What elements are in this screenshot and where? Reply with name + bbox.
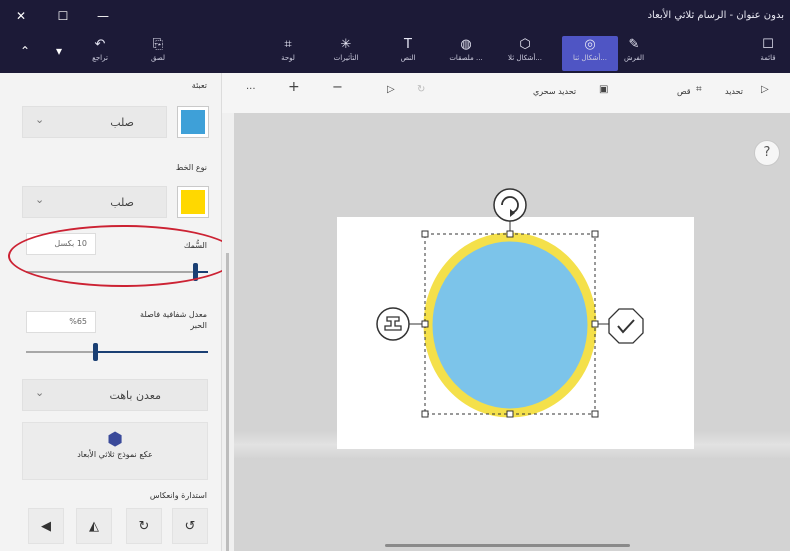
crop-icon[interactable]: ⌗ — [696, 84, 702, 95]
2d-shapes-icon: ◎ — [584, 37, 596, 52]
flip-vertical-button[interactable]: ◭ — [76, 508, 112, 544]
ribbon-2d-shapes[interactable]: ◎ أشكال ثنا... — [562, 36, 618, 71]
line-type-label: نوع الخط — [175, 163, 207, 172]
chevron-down-icon: ⌄ — [35, 193, 45, 206]
rotate-right-button[interactable]: ↻ — [126, 508, 162, 544]
flip-vertical-icon: ◭ — [89, 519, 99, 534]
rotate-right-icon: ↻ — [138, 519, 150, 534]
effects-icon: ✳ — [340, 37, 352, 52]
fill-color-swatch[interactable] — [177, 106, 209, 138]
canvas-icon: ⌗ — [284, 37, 292, 52]
minimize-window-button[interactable]: — — [90, 6, 116, 26]
ribbon-canvas[interactable]: ⌗ لوحة — [260, 36, 316, 71]
select-icon[interactable]: ▷ — [761, 84, 769, 95]
properties-panel: تعبئة صلب ⌄ نوع الخط صلب ⌄ 10 بكسل السُّ… — [0, 73, 222, 551]
slider-thumb[interactable] — [93, 343, 98, 361]
line-color-swatch[interactable] — [177, 186, 209, 218]
ribbon-3d-shapes[interactable]: ⬡ أشكال ثلا... — [497, 36, 553, 71]
rotate-flip-label: استدارة وانعكاس — [149, 491, 207, 500]
flip-horizontal-icon: ◀ — [41, 519, 51, 534]
opacity-label: معدل شفافية فاصلة الحبر — [140, 310, 207, 330]
text-icon: T — [404, 37, 412, 52]
ribbon-menu[interactable]: ☐ قائمة — [740, 36, 790, 71]
undo-icon: ↶ — [94, 37, 106, 52]
stickers-icon: ◍ — [460, 37, 472, 52]
material-dropdown[interactable]: معدن باهت ⌄ — [22, 379, 208, 411]
ribbon: ⌃ ▾ ☐ قائمة ✎ الفرش ◎ أشكال ثنا... ⬡ أشك… — [0, 34, 790, 73]
zoom-out-icon[interactable]: − — [332, 80, 343, 95]
rotate-left-button[interactable]: ↺ — [172, 508, 208, 544]
crop-button[interactable]: قص — [677, 87, 691, 96]
canvas-toolbar: ▷ تحديد ⌗ قص ▣ تحديد سحري ↻ ▷ − + ··· — [222, 73, 790, 113]
3d-view-icon[interactable]: ▷ — [387, 84, 395, 95]
highlight-annotation — [8, 225, 238, 287]
collapse-ribbon-icon[interactable]: ⌃ — [20, 44, 30, 58]
title-bar: ✕ ☐ — بدون عنوان - الرسام ثلاثي الأبعاد — [0, 0, 790, 34]
chevron-down-icon: ⌄ — [35, 386, 45, 399]
chevron-down-icon: ⌄ — [35, 113, 45, 126]
opacity-slider[interactable] — [26, 343, 208, 361]
rotate-handle-icon[interactable] — [493, 188, 527, 222]
ellipse-shape[interactable] — [423, 232, 597, 418]
ribbon-text[interactable]: T النص — [380, 36, 436, 71]
maximize-window-button[interactable]: ☐ — [50, 6, 76, 26]
canvas-scrollbar[interactable] — [385, 544, 630, 547]
fill-label: تعبئة — [191, 81, 207, 90]
magic-select-button[interactable]: تحديد سحري — [533, 87, 576, 96]
paste-icon: ⎘ — [152, 37, 164, 52]
close-window-button[interactable]: ✕ — [8, 6, 34, 26]
cube-icon: ⬢ — [107, 429, 123, 450]
menu-icon: ☐ — [762, 37, 774, 52]
make-3d-button[interactable]: ⬢ عكع نموذج ثلاثي الأبعاد — [22, 422, 208, 480]
stamp-icon[interactable] — [376, 307, 410, 341]
ribbon-undo[interactable]: ↶ تراجع — [72, 36, 128, 71]
rotate-left-icon: ↺ — [184, 519, 196, 534]
ribbon-stickers[interactable]: ◍ ملصقات ... — [438, 36, 494, 71]
zoom-in-icon[interactable]: + — [288, 79, 300, 95]
fill-type-dropdown[interactable]: صلب ⌄ — [22, 106, 167, 138]
selected-shape[interactable] — [375, 185, 645, 435]
ribbon-paste[interactable]: ⎘ لصق — [130, 36, 186, 71]
flip-horizontal-button[interactable]: ◀ — [28, 508, 64, 544]
window-title: بدون عنوان - الرسام ثلاثي الأبعاد — [647, 10, 784, 21]
history-icon[interactable]: ↻ — [417, 84, 425, 95]
help-button[interactable]: ? — [754, 140, 780, 166]
opacity-input[interactable]: %65 — [26, 311, 96, 333]
more-options-icon[interactable]: ··· — [246, 84, 256, 95]
commit-checkmark-icon[interactable] — [608, 308, 644, 344]
select-button[interactable]: تحديد — [725, 87, 743, 96]
ribbon-effects[interactable]: ✳ التأثيرات — [318, 36, 374, 71]
magic-select-icon[interactable]: ▣ — [599, 84, 608, 95]
panel-scrollbar[interactable] — [222, 113, 234, 551]
3d-shapes-icon: ⬡ — [519, 37, 531, 52]
dropdown-caret-icon[interactable]: ▾ — [56, 44, 62, 58]
line-type-dropdown[interactable]: صلب ⌄ — [22, 186, 167, 218]
